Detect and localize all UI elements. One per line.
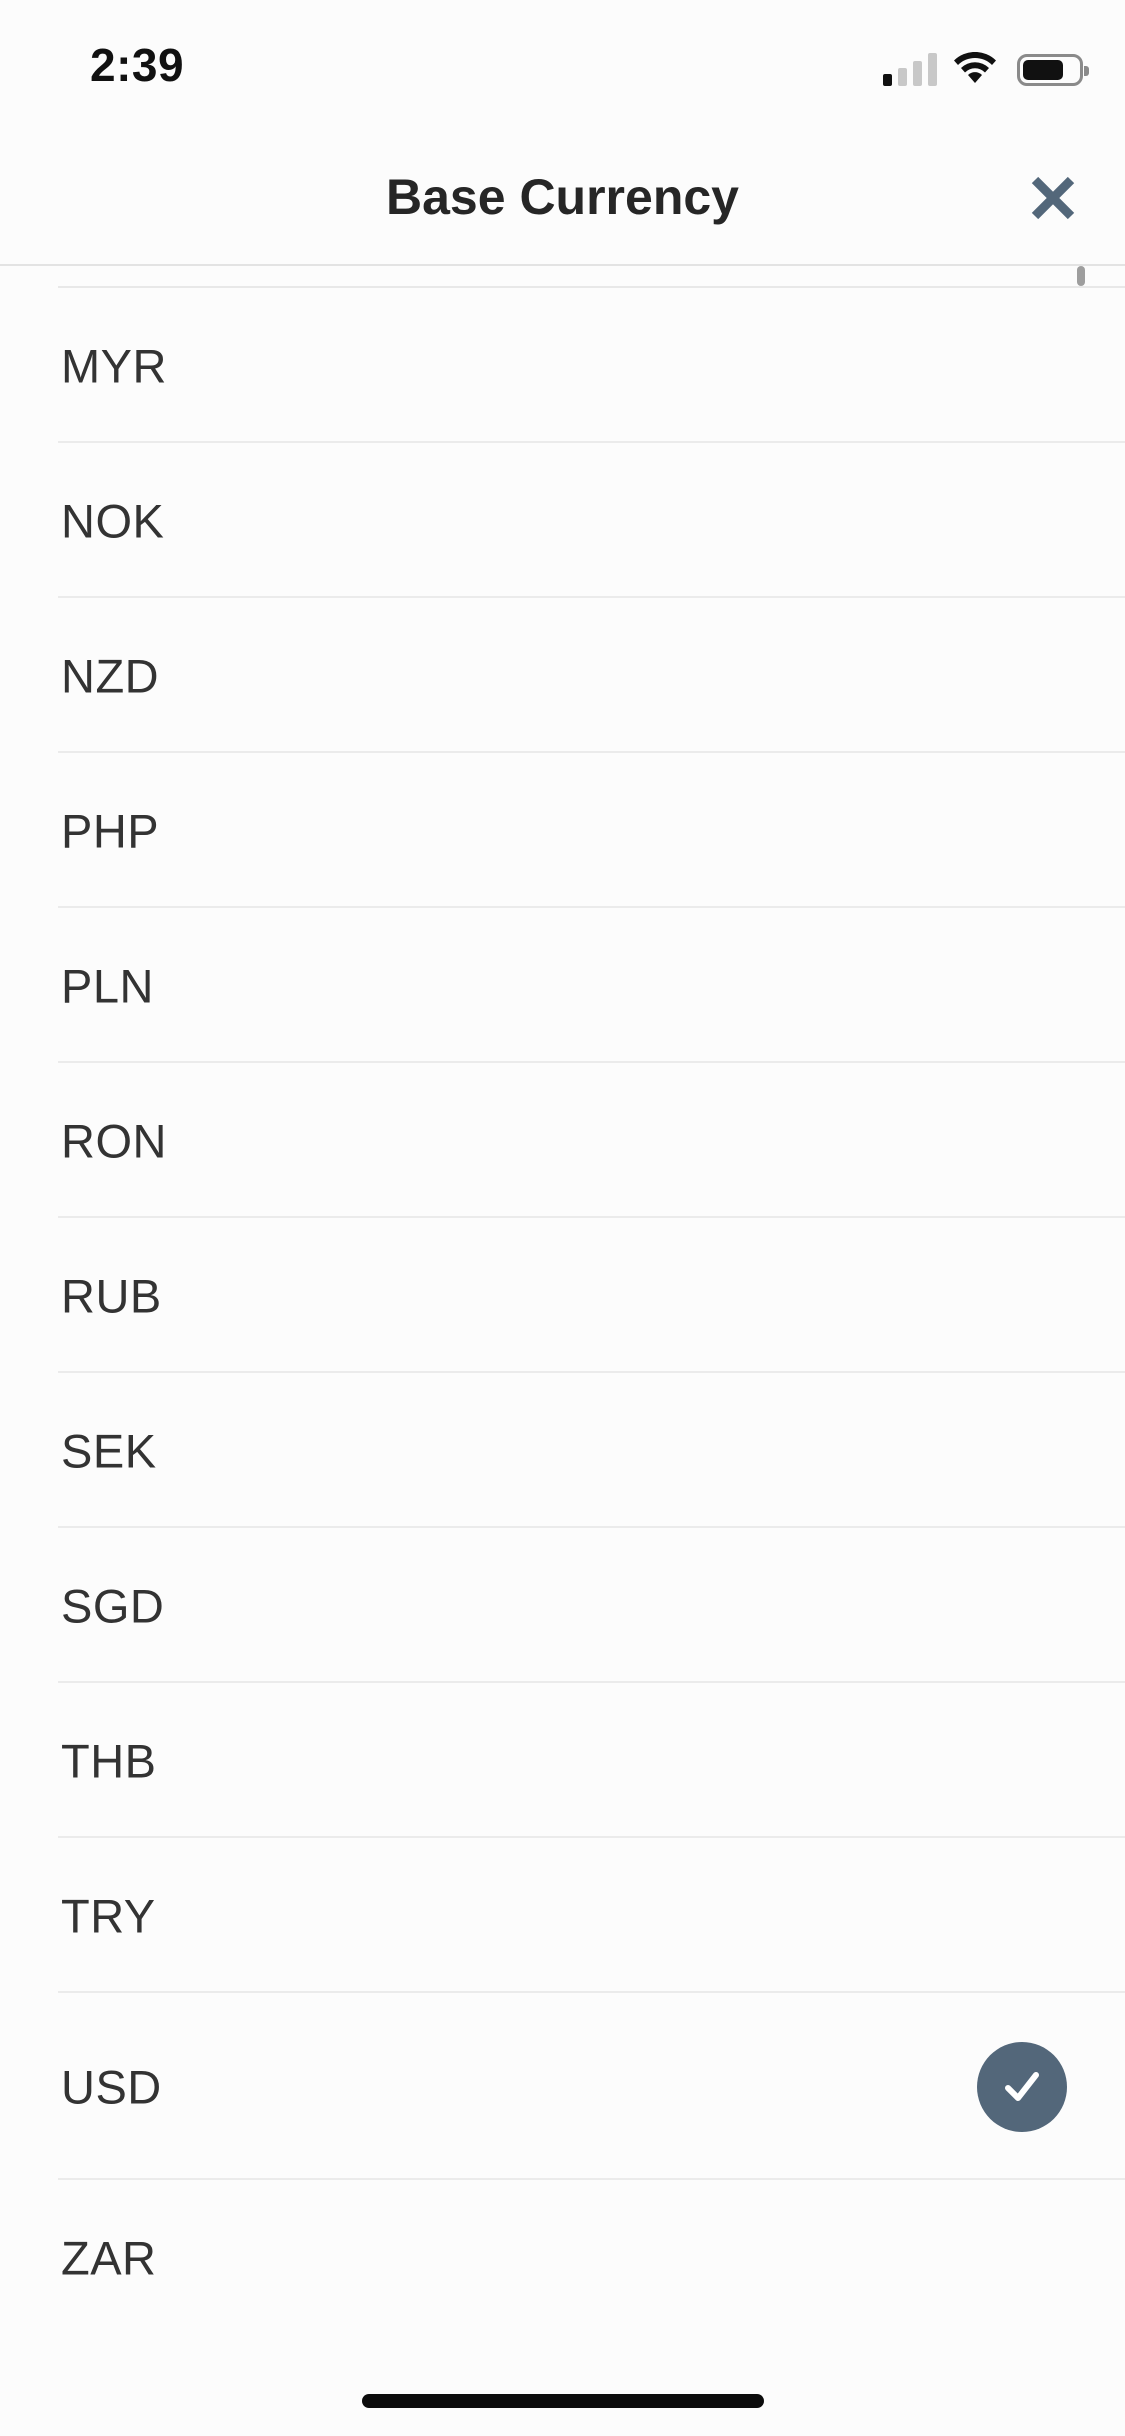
close-button[interactable] [1021,166,1085,230]
currency-code-label: SEK [61,1424,157,1477]
currency-rows: MYR NOK NZD PHP PLN RON RUB SEK SGD THB TRY USD ZAR [0,288,1125,2335]
checkmark-icon [977,2041,1067,2132]
screen: 2:39 Base Currency MYR NOK NZD PHP PLN R… [0,0,1125,2436]
currency-code-label: THB [61,1734,157,1787]
currency-code-label: MYR [61,339,167,392]
currency-row-zar[interactable]: ZAR [0,2180,1125,2335]
currency-code-label: NZD [61,649,160,702]
currency-code-label: USD [61,2060,162,2113]
currency-row-nok[interactable]: NOK [0,443,1125,598]
scroll-indicator[interactable] [1077,266,1085,286]
currency-row-myr[interactable]: MYR [0,288,1125,443]
currency-code-label: PHP [61,804,160,857]
currency-row-ron[interactable]: RON [0,1063,1125,1218]
currency-row-sgd[interactable]: SGD [0,1528,1125,1683]
page-title: Base Currency [386,169,739,225]
currency-row-usd[interactable]: USD [0,1993,1125,2180]
currency-code-label: SGD [61,1579,165,1632]
currency-code-label: NOK [61,494,165,547]
home-indicator[interactable] [362,2394,764,2408]
currency-row-try[interactable]: TRY [0,1838,1125,1993]
close-icon [1031,176,1075,220]
currency-list[interactable]: MYR NOK NZD PHP PLN RON RUB SEK SGD THB TRY USD ZAR [0,266,1125,2356]
nav-header: Base Currency [0,132,1125,266]
battery-icon [1017,54,1089,86]
status-bar: 2:39 [0,0,1125,132]
wifi-icon [954,52,996,83]
currency-row-pln[interactable]: PLN [0,908,1125,1063]
currency-code-label: PLN [61,959,154,1012]
status-icons [883,50,1089,86]
currency-row-thb[interactable]: THB [0,1683,1125,1838]
currency-row-rub[interactable]: RUB [0,1218,1125,1373]
currency-code-label: RON [61,1114,167,1167]
currency-code-label: TRY [61,1889,156,1942]
currency-row-php[interactable]: PHP [0,753,1125,908]
currency-row-nzd[interactable]: NZD [0,598,1125,753]
currency-code-label: RUB [61,1269,162,1322]
currency-code-label: ZAR [61,2231,157,2284]
status-time: 2:39 [90,39,185,91]
currency-row-sek[interactable]: SEK [0,1373,1125,1528]
cellular-signal-icon [883,52,937,86]
